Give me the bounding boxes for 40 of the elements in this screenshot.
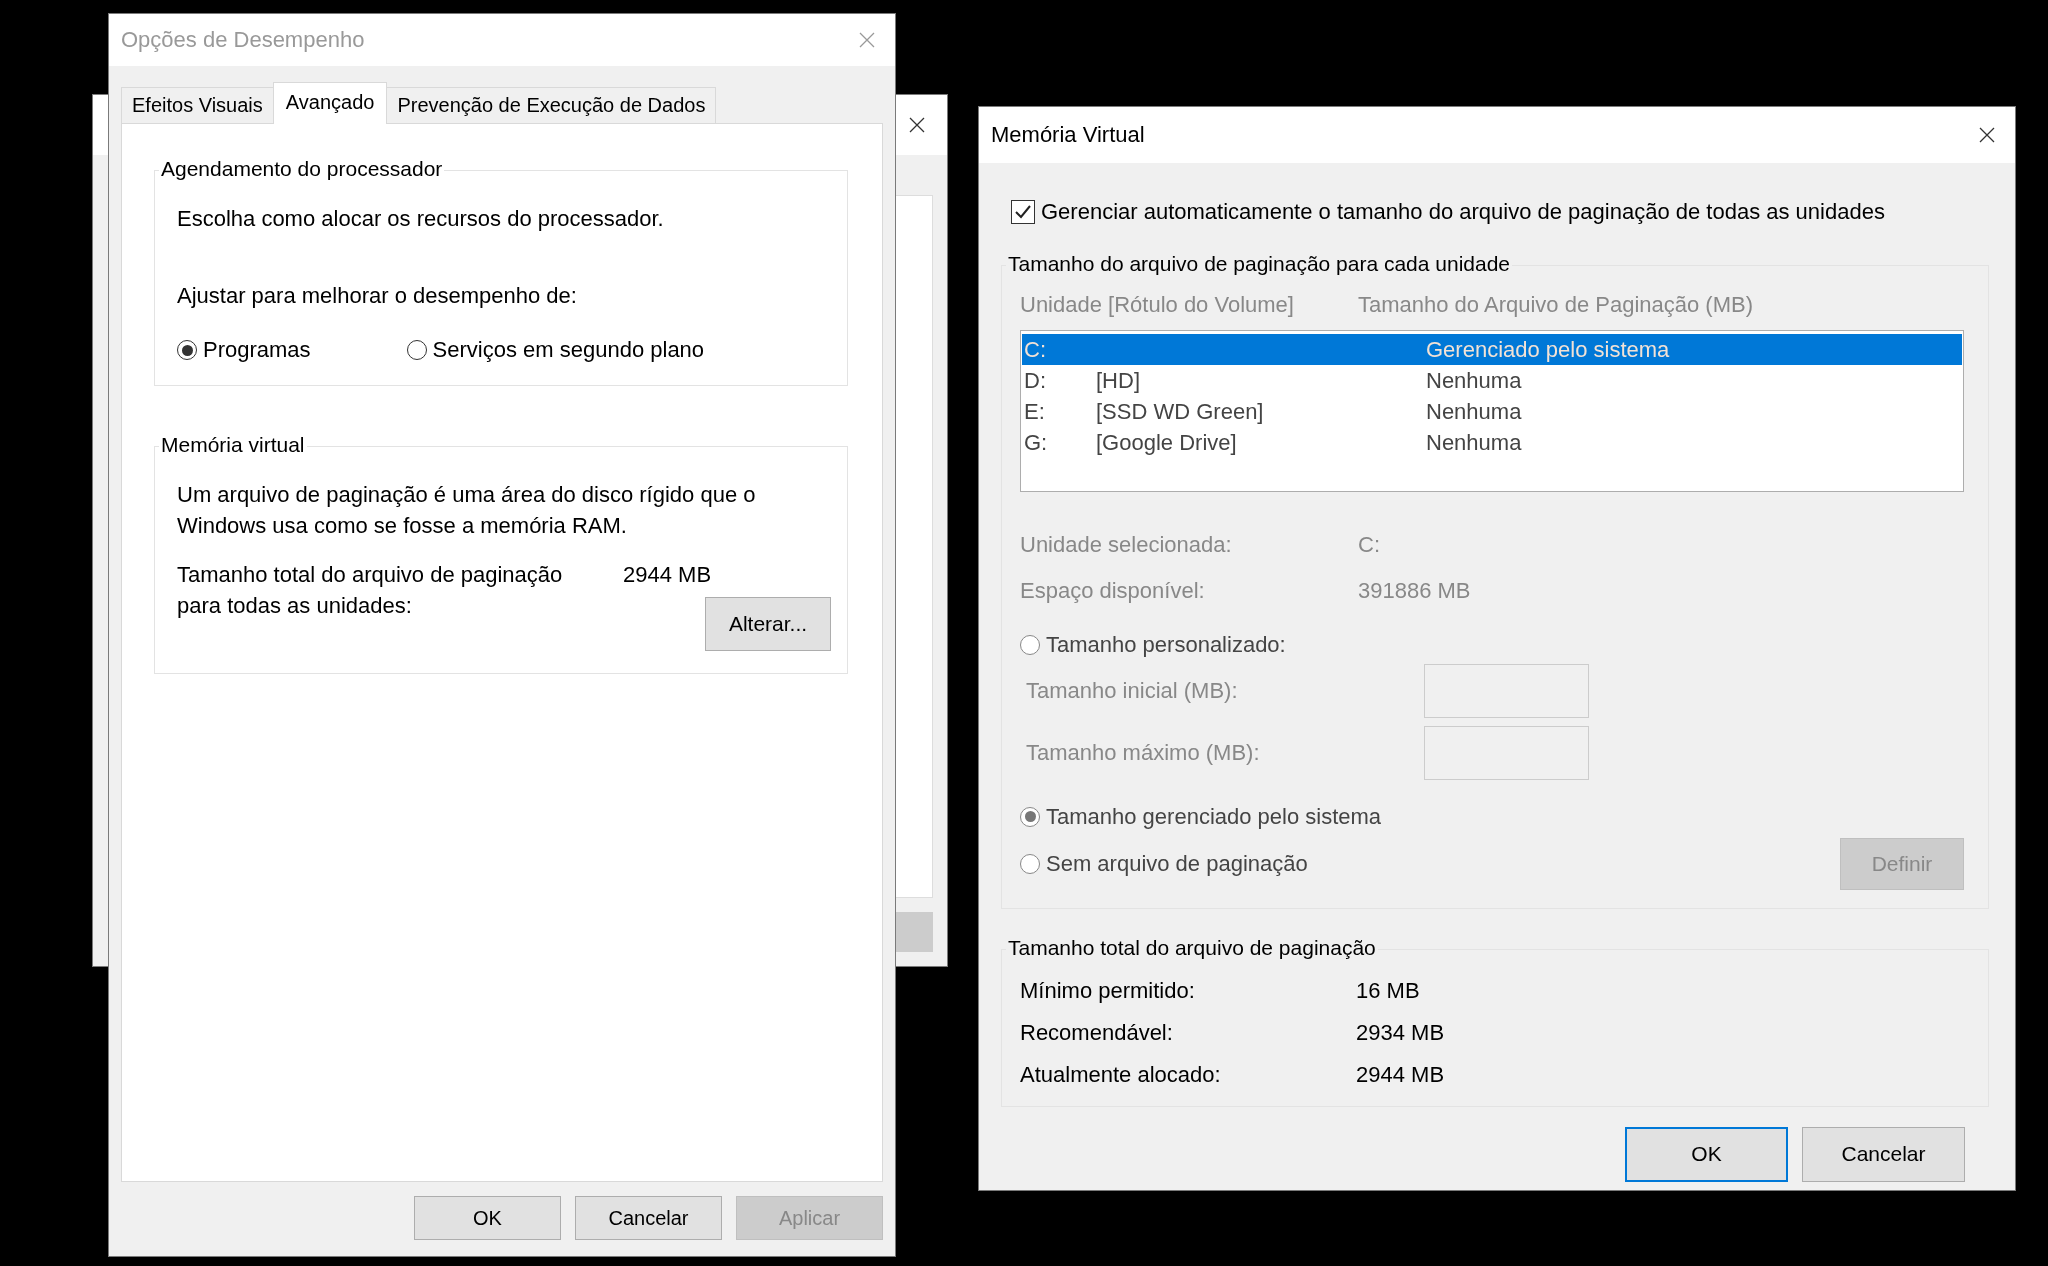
close-icon[interactable]	[909, 117, 925, 133]
total-label: Mínimo permitido:	[1020, 977, 1196, 1004]
total-value: 2934 MB	[1356, 1019, 1445, 1046]
close-icon[interactable]	[1979, 127, 1995, 143]
dialog-button[interactable]: OK	[414, 1196, 561, 1240]
dialog-button[interactable]: Cancelar	[1802, 1126, 1965, 1182]
tab[interactable]: Prevenção de Execução de Dados	[386, 87, 717, 123]
total-value: 2944 MB	[623, 561, 712, 589]
tab[interactable]: Avançado	[272, 82, 388, 124]
total-label: Recomendável:	[1020, 1019, 1174, 1046]
radio-button[interactable]	[406, 340, 427, 360]
column-header: Tamanho do Arquivo de Paginação (MB)	[1358, 292, 1753, 318]
window-title: Opções de Desempenho	[121, 27, 365, 53]
change-button[interactable]: Alterar...	[705, 597, 831, 651]
radio-label: Tamanho gerenciado pelo sistema	[1046, 803, 1382, 830]
total-label: Atualmente alocado:	[1020, 1061, 1222, 1088]
radio-label: Sem arquivo de paginação	[1046, 850, 1308, 877]
dialog-button[interactable]: Cancelar	[575, 1196, 722, 1240]
radio-label: Programas	[203, 337, 311, 363]
adjust-label: Ajustar para melhorar o desempenho de:	[177, 282, 578, 310]
info-label: Unidade selecionada:	[1020, 532, 1233, 558]
window-title: Memória Virtual	[991, 122, 1145, 148]
info-value: C:	[1358, 532, 1380, 558]
checkbox[interactable]: Gerenciar automaticamente o tamanho do arquivo de paginação de todas as unidades	[1011, 199, 1989, 225]
column-header: Unidade [Rótulo do Volume]	[1020, 292, 1295, 318]
info-label: Espaço disponível:	[1020, 578, 1206, 604]
tab[interactable]: Efeitos Visuais	[121, 87, 274, 123]
radio-label: Serviços em segundo plano	[432, 337, 705, 363]
info-value: 391886 MB	[1358, 578, 1471, 604]
description-text: Um arquivo de paginação é uma área do disco rígido que o Windows usa como se fosse a memória RAM.	[177, 481, 757, 540]
total-value: 16 MB	[1356, 977, 1420, 1004]
dialog-button[interactable]: OK	[1625, 1126, 1788, 1182]
field-label: Tamanho máximo (MB):	[1026, 740, 1261, 766]
radio-button[interactable]	[177, 340, 197, 360]
field-label: Tamanho inicial (MB):	[1026, 678, 1239, 704]
total-label: Tamanho total do arquivo de paginação para todas as unidades:	[177, 561, 564, 620]
total-value: 2944 MB	[1356, 1061, 1445, 1088]
check-icon	[1014, 203, 1032, 221]
description-text: Escolha como alocar os recursos do processador.	[177, 205, 665, 233]
radio-label: Tamanho personalizado:	[1046, 632, 1286, 658]
